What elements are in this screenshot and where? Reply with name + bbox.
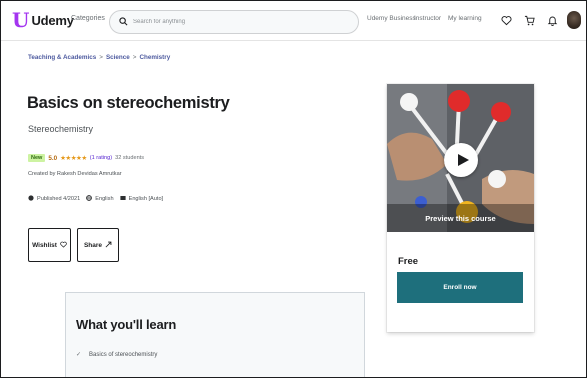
breadcrumb-teaching-academics[interactable]: Teaching & Academics	[28, 54, 96, 61]
cart-icon[interactable]	[522, 12, 536, 28]
check-icon: ✓	[76, 352, 82, 358]
wishlist-button[interactable]: Wishlist	[28, 228, 71, 262]
course-language: English	[95, 196, 114, 202]
play-button[interactable]	[444, 143, 478, 177]
breadcrumb-separator: >	[132, 54, 137, 61]
share-label: Share	[83, 241, 103, 249]
bell-icon[interactable]	[545, 12, 559, 28]
heart-icon[interactable]	[499, 12, 513, 28]
student-count: 32 students	[115, 155, 145, 161]
course-purchase-card: Preview this course Free Enroll now	[387, 84, 534, 332]
what-youll-learn-heading: What you'll learn	[76, 317, 177, 332]
captions-icon	[119, 195, 126, 203]
course-preview-video[interactable]: Preview this course	[387, 84, 534, 232]
course-subtitle: Stereochemistry	[28, 124, 94, 134]
course-title: Basics on stereochemistry	[27, 94, 230, 112]
course-info-row: Published 4/2021 English English [Auto]	[28, 195, 163, 203]
heart-icon	[60, 241, 67, 250]
wishlist-label: Wishlist	[32, 241, 57, 249]
new-badge: New	[28, 154, 46, 162]
search-input[interactable]	[133, 19, 333, 25]
star-rating-icon: ★★★★★	[60, 155, 87, 162]
learn-item-text: Basics of stereochemistry	[89, 351, 158, 358]
page-frame: U Udemy Categories Udemy Business Instru…	[0, 0, 587, 378]
my-learning-link[interactable]: My learning	[448, 15, 482, 22]
categories-link[interactable]: Categories	[71, 15, 105, 22]
udemy-logo-mark: U	[12, 8, 30, 32]
search-icon[interactable]	[119, 13, 128, 31]
what-youll-learn-box: What you'll learn ✓ Basics of stereochem…	[65, 292, 365, 377]
learn-item: ✓ Basics of stereochemistry	[76, 351, 158, 359]
avatar[interactable]	[567, 11, 581, 29]
rating-count-link[interactable]: (1 rating)	[90, 155, 112, 161]
breadcrumb-chemistry[interactable]: Chemistry	[139, 54, 170, 61]
course-price: Free	[398, 256, 419, 267]
breadcrumb-separator: >	[99, 54, 103, 61]
udemy-logo-text: Udemy	[31, 12, 74, 28]
enroll-now-button[interactable]: Enroll now	[397, 272, 523, 303]
instructor-credit[interactable]: Created by Rakesh Devidas Amrutkar	[28, 171, 122, 177]
preview-course-label[interactable]: Preview this course	[387, 214, 534, 223]
play-icon	[457, 154, 469, 166]
share-icon	[105, 241, 112, 250]
search-bar[interactable]	[109, 10, 359, 34]
published-date: Published 4/2021	[37, 196, 81, 202]
course-rating-row: New 5.0 ★★★★★ (1 rating) 32 students	[28, 154, 144, 162]
breadcrumb: Teaching & Academics > Science > Chemistry	[28, 54, 170, 61]
globe-icon	[86, 195, 93, 203]
udemy-business-link[interactable]: Udemy Business	[367, 15, 416, 22]
udemy-logo[interactable]: U Udemy	[12, 10, 74, 30]
rating-value: 5.0	[48, 154, 58, 162]
course-captions: English [Auto]	[128, 196, 164, 202]
top-navigation-bar: U Udemy Categories Udemy Business Instru…	[1, 1, 586, 41]
published-icon	[28, 195, 34, 203]
breadcrumb-science[interactable]: Science	[106, 54, 130, 61]
instructor-link[interactable]: Instructor	[414, 15, 441, 22]
share-button[interactable]: Share	[77, 228, 119, 262]
